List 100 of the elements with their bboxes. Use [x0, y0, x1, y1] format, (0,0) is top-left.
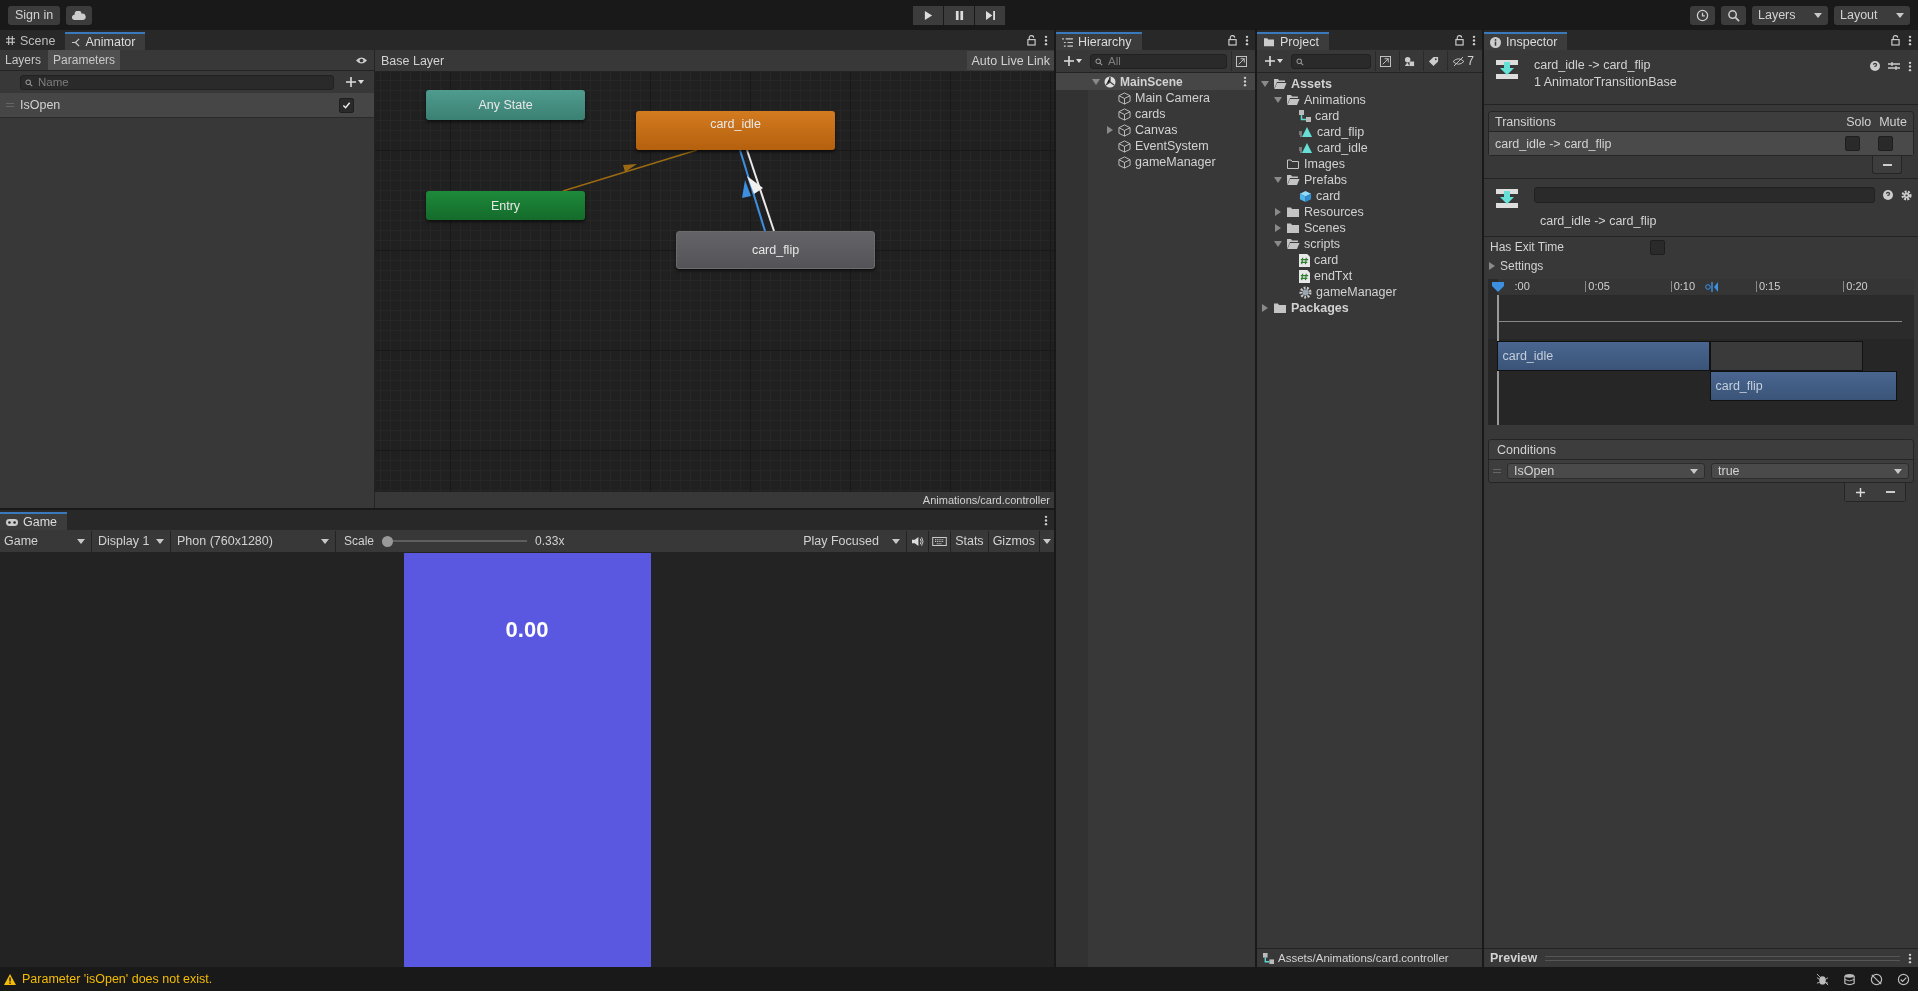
search-button[interactable]: [1721, 5, 1746, 25]
more-icon[interactable]: [1908, 952, 1912, 964]
game-object-name[interactable]: EventSystem: [1135, 139, 1209, 153]
help-icon[interactable]: [1883, 190, 1893, 200]
collapsed-arrow-icon[interactable]: [1274, 224, 1282, 232]
step-button[interactable]: [975, 5, 1005, 25]
transition-end-marker-icon[interactable]: [1705, 282, 1720, 292]
dropdown[interactable]: Display 1: [92, 530, 171, 552]
more-icon[interactable]: [1044, 34, 1048, 46]
database-icon[interactable]: [1843, 972, 1856, 986]
more-icon[interactable]: [1908, 61, 1912, 72]
solo-checkbox[interactable]: [1845, 136, 1860, 151]
collapsed-arrow-icon[interactable]: [1261, 304, 1269, 312]
presets-icon[interactable]: [1888, 61, 1900, 71]
panel-tab[interactable]: Project: [1257, 32, 1329, 50]
project-item[interactable]: Scenes: [1304, 221, 1346, 235]
more-icon[interactable]: [1243, 76, 1247, 87]
project-item[interactable]: gameManager: [1316, 285, 1397, 299]
project-item[interactable]: endTxt: [1314, 269, 1353, 283]
game-object-name[interactable]: cards: [1135, 107, 1166, 121]
cloud-button[interactable]: [66, 5, 93, 25]
project-item[interactable]: card_idle: [1317, 141, 1368, 155]
play-focused-dropdown[interactable]: Play Focused: [797, 530, 908, 552]
gizmos-button[interactable]: Gizmos: [988, 530, 1040, 552]
lock-icon[interactable]: [1455, 34, 1464, 46]
drag-handle-icon[interactable]: [1493, 469, 1501, 473]
collapsed-arrow-icon[interactable]: [1488, 262, 1496, 270]
expanded-arrow-icon[interactable]: [1274, 240, 1282, 248]
parameter-name[interactable]: IsOpen: [20, 98, 61, 112]
panel-tab[interactable]: Game: [0, 512, 68, 530]
search-field[interactable]: Name: [20, 74, 334, 90]
playhead-marker-icon[interactable]: [1492, 282, 1504, 292]
transition-timeline[interactable]: :00 0:05 0:10 0:15 0:20 card_idle card_flip: [1488, 279, 1914, 425]
project-item[interactable]: card_flip: [1317, 125, 1365, 139]
sidebar-tab[interactable]: Layers: [0, 50, 47, 70]
clip-bar[interactable]: card_idle: [1496, 341, 1710, 371]
mute-checkbox[interactable]: [1878, 136, 1893, 151]
project-item[interactable]: card: [1315, 109, 1340, 123]
help-icon[interactable]: [1870, 61, 1880, 71]
expanded-arrow-icon[interactable]: [1261, 80, 1269, 88]
status-message[interactable]: Parameter 'isOpen' does not exist.: [22, 972, 213, 986]
value-dropdown[interactable]: true: [1711, 463, 1909, 479]
project-item[interactable]: Resources: [1304, 205, 1364, 219]
project-item[interactable]: Animations: [1304, 93, 1366, 107]
project-item[interactable]: Images: [1304, 157, 1345, 171]
breadcrumb[interactable]: Base Layer: [375, 53, 459, 68]
keyboard-button[interactable]: [929, 530, 952, 552]
settings-foldout[interactable]: Settings: [1500, 259, 1544, 273]
panel-tab[interactable]: Animator: [65, 32, 146, 50]
checkmark-circle-icon[interactable]: [1897, 972, 1910, 986]
dropdown[interactable]: Game: [0, 530, 92, 552]
search-field[interactable]: All: [1090, 53, 1227, 69]
layout-dropdown[interactable]: Layout: [1834, 5, 1910, 25]
bug-icon[interactable]: [1816, 972, 1829, 986]
blocked-icon[interactable]: [1870, 972, 1883, 986]
collapsed-arrow-icon[interactable]: [1106, 126, 1114, 134]
transition-arrow[interactable]: [739, 149, 775, 232]
more-icon[interactable]: [1044, 514, 1048, 526]
clip-bar[interactable]: card_flip: [1709, 371, 1897, 401]
more-icon[interactable]: [1245, 34, 1249, 46]
project-item[interactable]: Packages: [1291, 301, 1349, 315]
more-icon[interactable]: [1472, 34, 1476, 46]
has-exit-time-checkbox[interactable]: [1650, 239, 1665, 255]
project-item[interactable]: scripts: [1304, 237, 1341, 251]
more-icon[interactable]: [1908, 34, 1912, 46]
lock-icon[interactable]: [1027, 34, 1036, 46]
parameter-dropdown[interactable]: IsOpen: [1507, 463, 1705, 479]
eye-icon[interactable]: [355, 55, 368, 65]
history-button[interactable]: [1690, 5, 1715, 25]
panel-tab[interactable]: Hierarchy: [1056, 32, 1142, 50]
auto-live-link-button[interactable]: Auto Live Link: [967, 51, 1054, 70]
settings-icon[interactable]: [1901, 190, 1912, 201]
lock-icon[interactable]: [1891, 34, 1900, 46]
lock-icon[interactable]: [1228, 34, 1237, 46]
pause-button[interactable]: [944, 5, 974, 25]
sign-in-button[interactable]: Sign in: [8, 5, 61, 25]
sidebar-tab[interactable]: Parameters: [48, 50, 121, 70]
hidden-packages-button[interactable]: 7: [1447, 51, 1478, 71]
project-item[interactable]: Assets: [1291, 77, 1332, 91]
expanded-arrow-icon[interactable]: [1274, 96, 1282, 104]
project-item[interactable]: card: [1316, 189, 1341, 203]
layers-dropdown[interactable]: Layers: [1752, 5, 1828, 25]
dropdown[interactable]: Phon (760x1280): [171, 530, 336, 552]
state-node[interactable]: card_flip: [676, 231, 875, 269]
expanded-arrow-icon[interactable]: [1274, 176, 1282, 184]
game-object-name[interactable]: Main Camera: [1135, 91, 1211, 105]
search-field[interactable]: [1291, 53, 1372, 69]
panel-tab[interactable]: Inspector: [1484, 32, 1568, 50]
remove-transition-button[interactable]: [1872, 156, 1902, 174]
collapsed-arrow-icon[interactable]: [1274, 208, 1282, 216]
checkbox[interactable]: [339, 97, 354, 113]
drag-handle-icon[interactable]: [6, 103, 14, 107]
project-item[interactable]: card: [1314, 253, 1339, 267]
panel-tab[interactable]: Scene: [0, 31, 66, 50]
project-item[interactable]: Prefabs: [1304, 173, 1348, 187]
play-button[interactable]: [913, 5, 943, 25]
state-node[interactable]: Entry: [426, 191, 585, 220]
game-object-name[interactable]: gameManager: [1135, 155, 1216, 169]
expanded-arrow-icon[interactable]: [1092, 77, 1100, 86]
slider-thumb[interactable]: [382, 535, 394, 547]
